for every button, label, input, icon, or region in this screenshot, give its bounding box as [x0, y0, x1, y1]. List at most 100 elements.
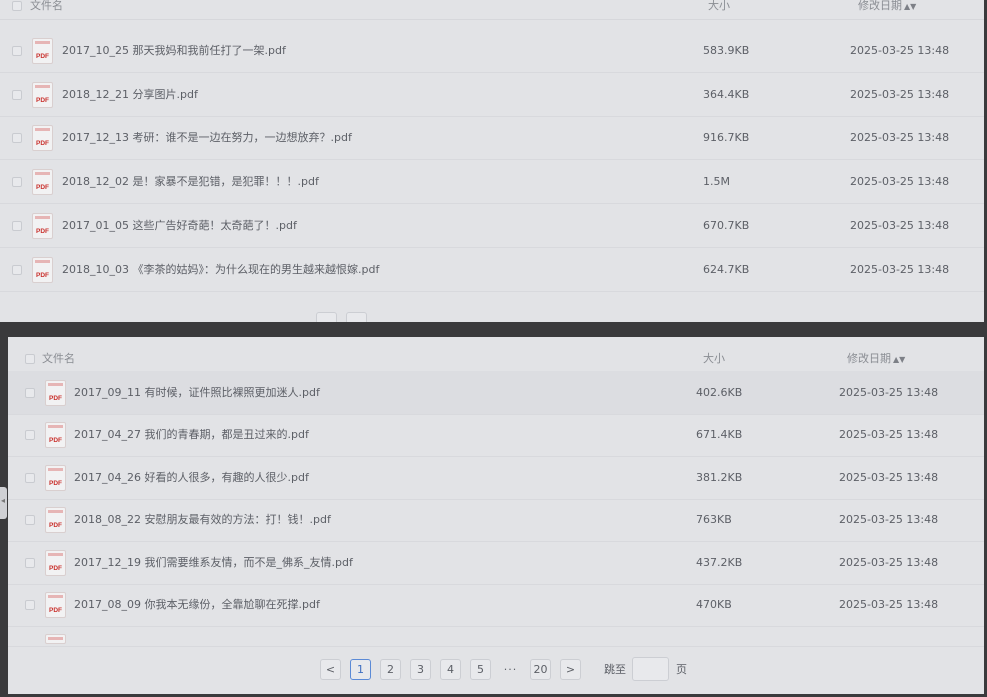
- file-size: 470KB: [696, 598, 732, 611]
- header-size[interactable]: 大小: [708, 0, 730, 19]
- file-modified-date: 2025-03-25 13:48: [850, 131, 950, 145]
- table-row[interactable]: PDF 2017_12_19 我们需要维系友情，而不是_佛系_友情.pdf 437.…: [8, 541, 984, 585]
- chevron-left-icon: ◂: [1, 496, 6, 505]
- file-name-link[interactable]: 2018_10_03 《李茶的姑妈》：为什么现在的男生越来越恨嫁.pdf: [62, 248, 379, 291]
- sort-icon[interactable]: ▲▼: [904, 2, 916, 11]
- pdf-file-icon: PDF: [32, 125, 53, 152]
- row-checkbox[interactable]: [25, 557, 35, 568]
- header-modified-date[interactable]: 修改日期 ▲▼: [847, 346, 905, 373]
- file-name-link[interactable]: 2018_08_22 安慰朋友最有效的方法：打！钱！.pdf: [74, 498, 331, 541]
- file-size: 916.7KB: [703, 131, 750, 145]
- page-ellipsis[interactable]: ···: [500, 659, 521, 680]
- row-checkbox[interactable]: [12, 133, 22, 144]
- file-name-link[interactable]: 2018_12_21 分享图片.pdf: [62, 73, 198, 116]
- row-checkbox[interactable]: [12, 220, 22, 231]
- header-modified-date[interactable]: 修改日期 ▲▼: [858, 0, 916, 20]
- file-size: 1.5M: [703, 175, 730, 189]
- table-row[interactable]: PDF 2018_08_22 安慰朋友最有效的方法：打！钱！.pdf 763KB 20…: [8, 498, 984, 543]
- pdf-file-icon: PDF: [45, 422, 66, 449]
- file-modified-date: 2025-03-25 13:48: [839, 470, 939, 484]
- page-next-button[interactable]: >: [560, 658, 581, 680]
- file-size: 670.7KB: [703, 218, 750, 232]
- pdf-file-icon-label: PDF: [49, 479, 62, 487]
- jump-label: 跳至: [604, 663, 626, 676]
- table-row[interactable]: PDF 2017_12_13 考研：谁不是一边在努力，一边想放弃？.pdf 916.…: [0, 116, 984, 161]
- file-size: 763KB: [696, 513, 732, 527]
- pdf-file-icon: PDF: [32, 169, 53, 196]
- pdf-file-icon-label: PDF: [36, 184, 49, 192]
- table-row[interactable]: PDF 2017_04_27 我们的青春期，都是丑过来的.pdf 671.4KB 20…: [8, 413, 984, 458]
- table-header: 文件名 大小 修改日期 ▲▼: [8, 346, 984, 373]
- row-checkbox[interactable]: [25, 430, 35, 441]
- pdf-file-icon-label: PDF: [49, 437, 62, 445]
- file-name-link[interactable]: 2017_10_25 那天我妈和我前任打了一架.pdf: [62, 29, 286, 72]
- file-name-link[interactable]: 2017_12_13 考研：谁不是一边在努力，一边想放弃？.pdf: [62, 116, 352, 159]
- select-all-checkbox[interactable]: [12, 1, 22, 11]
- jump-unit: 页: [676, 663, 687, 676]
- row-checkbox[interactable]: [25, 472, 35, 483]
- row-checkbox[interactable]: [25, 600, 35, 610]
- header-filename[interactable]: 文件名: [42, 346, 75, 372]
- header-size[interactable]: 大小: [703, 346, 725, 372]
- pdf-file-icon: PDF: [45, 464, 66, 491]
- jump-page-input[interactable]: [632, 657, 669, 681]
- page-button-4[interactable]: 4: [440, 658, 461, 680]
- file-name-link[interactable]: 2017_01_05 这些广告好奇葩！太奇葩了！.pdf: [62, 204, 297, 247]
- row-checkbox[interactable]: [25, 515, 35, 526]
- file-name-link[interactable]: 2017_08_09 你我本无缘份，全靠尬聊在死撑.pdf: [74, 583, 320, 626]
- table-row[interactable]: PDF 2017_10_25 那天我妈和我前任打了一架.pdf 583.9KB 202…: [0, 29, 984, 73]
- pdf-file-icon: [45, 634, 66, 644]
- file-size: 402.6KB: [696, 386, 743, 399]
- sort-icon[interactable]: ▲▼: [893, 355, 905, 364]
- file-name-link[interactable]: 2017_04_27 我们的青春期，都是丑过来的.pdf: [74, 413, 309, 456]
- pdf-file-icon-label: PDF: [49, 564, 62, 572]
- row-checkbox[interactable]: [25, 388, 35, 398]
- header-modified-date-label: 修改日期: [858, 0, 902, 12]
- table-row[interactable]: PDF 2018_12_02 是！家暴不是犯错，是犯罪！！！.pdf 1.5M 202…: [0, 160, 984, 205]
- page-button-3[interactable]: 3: [410, 658, 431, 680]
- pdf-file-icon-label: PDF: [36, 227, 49, 235]
- row-checkbox[interactable]: [12, 46, 22, 56]
- select-all-checkbox[interactable]: [25, 354, 35, 364]
- page-button-last[interactable]: 20: [530, 658, 551, 680]
- pdf-file-icon: PDF: [32, 256, 53, 283]
- sidebar-collapse-handle[interactable]: ◂: [0, 487, 7, 519]
- pdf-file-icon: PDF: [45, 507, 66, 534]
- pdf-file-icon-label: PDF: [49, 395, 62, 402]
- file-name-link[interactable]: 2017_04_26 好看的人很多，有趣的人很少.pdf: [74, 456, 309, 499]
- table-row[interactable]: PDF 2017_09_11 有时候，证件照比裸照更加迷人.pdf 402.6KB 2…: [8, 371, 984, 415]
- file-size: 437.2KB: [696, 555, 743, 569]
- file-modified-date: 2025-03-25 13:48: [839, 598, 939, 611]
- file-size: 583.9KB: [703, 44, 750, 57]
- file-name-link[interactable]: 2017_12_19 我们需要维系友情，而不是_佛系_友情.pdf: [74, 541, 353, 584]
- file-modified-date: 2025-03-25 13:48: [850, 262, 950, 276]
- page-prev-button[interactable]: <: [320, 658, 341, 680]
- pdf-file-icon-label: PDF: [36, 140, 49, 148]
- table-row[interactable]: PDF 2017_01_05 这些广告好奇葩！太奇葩了！.pdf 670.7KB 20…: [0, 204, 984, 248]
- header-filename[interactable]: 文件名: [30, 0, 63, 19]
- file-name-link[interactable]: 2018_12_02 是！家暴不是犯错，是犯罪！！！.pdf: [62, 160, 319, 203]
- file-size: 624.7KB: [703, 262, 750, 276]
- page-button-1[interactable]: 1: [350, 658, 371, 680]
- table-row[interactable]: PDF 2017_08_09 你我本无缘份，全靠尬聊在死撑.pdf 470KB 202…: [8, 583, 984, 627]
- file-name-link[interactable]: 2017_09_11 有时候，证件照比裸照更加迷人.pdf: [74, 371, 320, 414]
- table-row[interactable]: PDF 2018_12_21 分享图片.pdf 364.4KB 2025-03-25 …: [0, 73, 984, 117]
- file-modified-date: 2025-03-25 13:48: [839, 386, 939, 399]
- pdf-file-icon: PDF: [32, 38, 53, 64]
- pdf-file-icon-label: PDF: [49, 522, 62, 530]
- page-button[interactable]: [346, 312, 367, 322]
- row-checkbox[interactable]: [12, 264, 22, 275]
- pdf-file-icon-label: PDF: [49, 607, 62, 614]
- page-prev-button[interactable]: [316, 312, 337, 322]
- table-header: 文件名 大小 修改日期 ▲▼: [0, 0, 984, 20]
- table-row-partial[interactable]: [8, 634, 984, 647]
- page-button-2[interactable]: 2: [380, 658, 401, 680]
- row-checkbox[interactable]: [12, 89, 22, 100]
- file-modified-date: 2025-03-25 13:48: [839, 513, 939, 527]
- row-checkbox[interactable]: [12, 177, 22, 188]
- pdf-file-icon: PDF: [45, 549, 66, 576]
- page-button-5[interactable]: 5: [470, 658, 491, 680]
- table-row[interactable]: PDF 2018_10_03 《李茶的姑妈》：为什么现在的男生越来越恨嫁.pdf 6…: [0, 248, 984, 292]
- table-row[interactable]: PDF 2017_04_26 好看的人很多，有趣的人很少.pdf 381.2KB 20…: [8, 456, 984, 500]
- pdf-file-icon: PDF: [45, 592, 66, 618]
